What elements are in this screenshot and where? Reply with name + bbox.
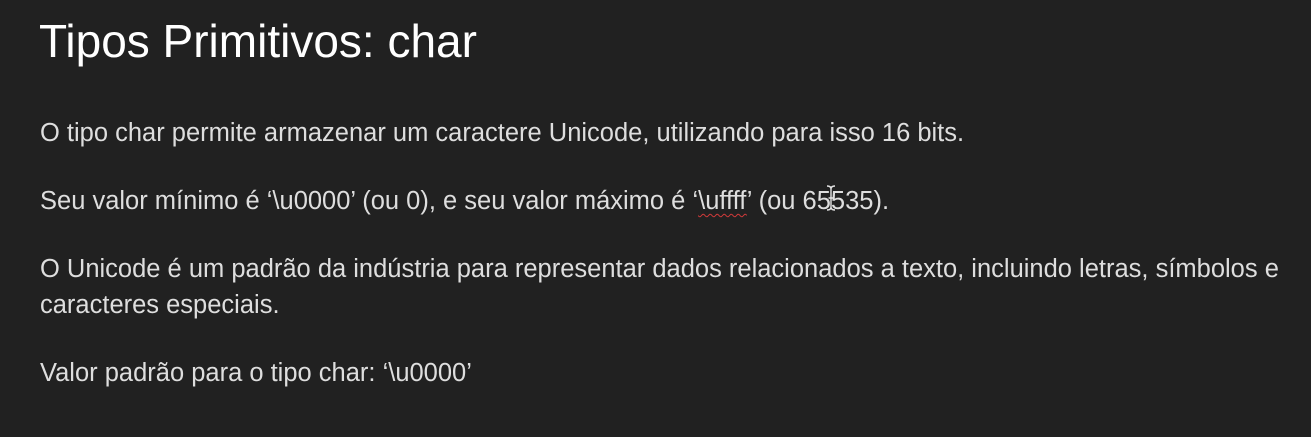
misspelled-word[interactable]: \uffff: [698, 187, 747, 215]
range-text-middle: ’ (ou 65: [746, 187, 831, 215]
paragraph-unicode-description: O Unicode é um padrão da indústria para …: [40, 255, 1279, 319]
slide-body: O tipo char permite armazenar um caracte…: [40, 115, 1302, 423]
paragraph-char-description: O tipo char permite armazenar um caracte…: [40, 119, 965, 147]
slide: Tipos Primitivos: char O tipo char permi…: [0, 0, 1311, 437]
paragraph-char-range: Seu valor mínimo é ‘\u0000’ (ou 0), e se…: [40, 183, 1302, 219]
slide-title: Tipos Primitivos: char: [39, 15, 477, 67]
paragraph-default-value: Valor padrão para o tipo char: ‘\u0000’: [40, 359, 472, 387]
range-text-start: Seu valor mínimo é ‘\u0000’ (ou 0), e se…: [40, 187, 699, 215]
range-text-end: 535).: [830, 187, 890, 215]
